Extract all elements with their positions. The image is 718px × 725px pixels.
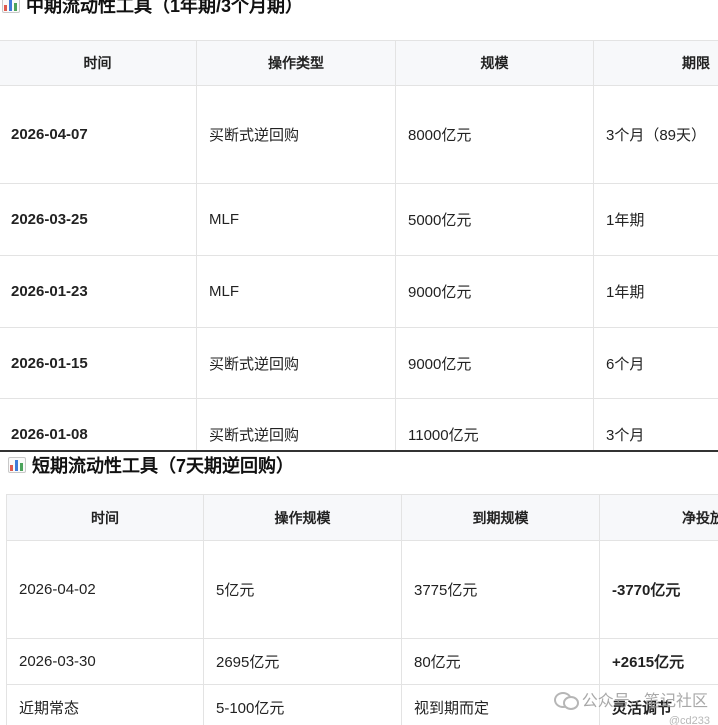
row-type: 买断式逆回购 xyxy=(196,327,396,399)
watermark-handle: @cd233 xyxy=(668,715,710,725)
table-row: 2026-04-07 买断式逆回购 8000亿元 3个月（89天） xyxy=(0,85,718,184)
column-header-maturity: 到期规模 xyxy=(401,494,600,541)
bar-chart-icon xyxy=(8,457,26,473)
wechat-icon xyxy=(553,690,579,710)
row-amount: 8000亿元 xyxy=(395,85,594,184)
mid-term-title: 中期流动性工具（1年期/3个月期） xyxy=(2,0,303,18)
column-header-type: 操作类型 xyxy=(196,40,396,86)
column-header-time: 时间 xyxy=(6,494,204,541)
table-header-row: 时间 操作类型 规模 期限 xyxy=(0,40,718,86)
column-header-time: 时间 xyxy=(0,40,197,86)
row-type: 买断式逆回购 xyxy=(196,85,396,184)
table-header-row: 时间 操作规模 到期规模 净投放 xyxy=(6,494,718,541)
row-term: 3个月（89天） xyxy=(593,85,718,184)
column-header-op-amount: 操作规模 xyxy=(203,494,402,541)
row-amount: 5000亿元 xyxy=(395,183,594,256)
column-header-net: 净投放 xyxy=(599,494,718,541)
table-row: 2026-03-25 MLF 5000亿元 1年期 xyxy=(0,183,718,256)
table-row: 2026-04-02 5亿元 3775亿元 -3770亿元 xyxy=(6,540,718,639)
row-term: 1年期 xyxy=(593,183,718,256)
row-op-amount: 5-100亿元 xyxy=(203,684,402,725)
row-amount: 11000亿元 xyxy=(395,398,594,450)
short-term-title: 短期流动性工具（7天期逆回购） xyxy=(8,452,294,478)
row-date: 2026-04-02 xyxy=(6,540,204,639)
row-date: 近期常态 xyxy=(6,684,204,725)
row-term: 1年期 xyxy=(593,255,718,328)
mid-term-table: 时间 操作类型 规模 期限 2026-04-07 买断式逆回购 8000亿元 3… xyxy=(0,40,718,450)
mid-term-title-text: 中期流动性工具（1年期/3个月期） xyxy=(26,0,304,16)
short-term-title-text: 短期流动性工具（7天期逆回购） xyxy=(32,456,295,476)
table-row: 2026-01-15 买断式逆回购 9000亿元 6个月 xyxy=(0,327,718,399)
row-type: MLF xyxy=(196,183,396,256)
row-date: 2026-03-25 xyxy=(0,183,197,256)
row-net: +2615亿元 xyxy=(599,638,718,685)
table-row: 2026-01-23 MLF 9000亿元 1年期 xyxy=(0,255,718,328)
column-header-amount: 规模 xyxy=(395,40,594,86)
row-term: 3个月 xyxy=(593,398,718,450)
row-term: 6个月 xyxy=(593,327,718,399)
mid-term-section: 中期流动性工具（1年期/3个月期） 时间 操作类型 规模 期限 2026-04-… xyxy=(0,0,718,450)
row-op-amount: 5亿元 xyxy=(203,540,402,639)
watermark: 公众号 · 笔记社区 xyxy=(553,687,708,711)
row-date: 2026-01-15 xyxy=(0,327,197,399)
short-term-section: 短期流动性工具（7天期逆回购） 时间 操作规模 到期规模 净投放 2026-04… xyxy=(0,450,718,725)
row-date: 2026-01-23 xyxy=(0,255,197,328)
row-date: 2026-04-07 xyxy=(0,85,197,184)
row-date: 2026-03-30 xyxy=(6,638,204,685)
row-type: MLF xyxy=(196,255,396,328)
row-amount: 9000亿元 xyxy=(395,327,594,399)
row-amount: 9000亿元 xyxy=(395,255,594,328)
row-maturity: 80亿元 xyxy=(401,638,600,685)
row-type: 买断式逆回购 xyxy=(196,398,396,450)
table-row: 2026-03-30 2695亿元 80亿元 +2615亿元 xyxy=(6,638,718,685)
row-date: 2026-01-08 xyxy=(0,398,197,450)
row-maturity: 3775亿元 xyxy=(401,540,600,639)
watermark-text: 公众号 · 笔记社区 xyxy=(581,693,708,710)
row-net: -3770亿元 xyxy=(599,540,718,639)
bar-chart-icon xyxy=(2,0,20,13)
table-row: 2026-01-08 买断式逆回购 11000亿元 3个月 xyxy=(0,398,718,450)
row-op-amount: 2695亿元 xyxy=(203,638,402,685)
column-header-term: 期限 xyxy=(593,40,718,86)
